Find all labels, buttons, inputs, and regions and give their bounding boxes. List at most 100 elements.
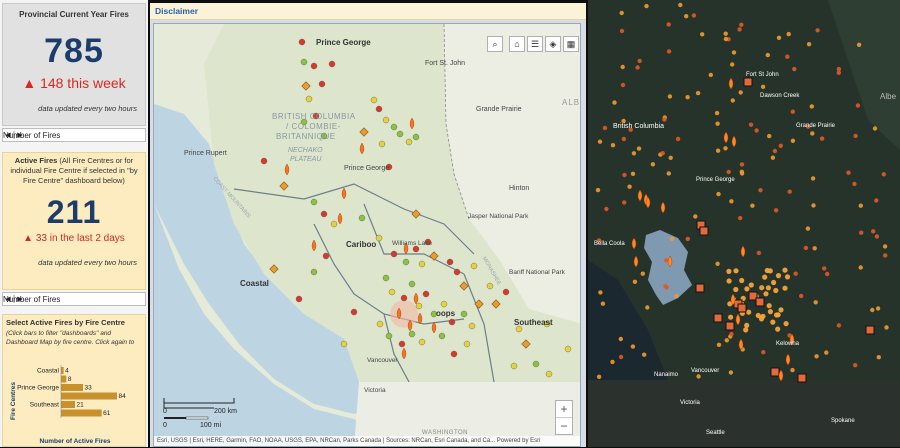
fire-dot[interactable] xyxy=(738,90,743,95)
fire-marker[interactable] xyxy=(295,295,303,303)
fire-dot[interactable] xyxy=(737,27,742,32)
fire-dot[interactable] xyxy=(811,203,816,208)
fire-dot[interactable] xyxy=(666,171,671,176)
fire-dot[interactable] xyxy=(662,117,667,122)
fire-dot[interactable] xyxy=(874,198,879,203)
fire-dot[interactable] xyxy=(855,103,861,108)
fire-dot[interactable] xyxy=(784,274,791,280)
satellite-fire-map[interactable]: Fort St John Dawson Creek Grande Prairie… xyxy=(588,0,900,447)
fire-dot[interactable] xyxy=(610,143,616,148)
fire-dot[interactable] xyxy=(763,291,769,297)
fire-dot[interactable] xyxy=(666,22,671,27)
fire-marker[interactable] xyxy=(405,138,413,146)
fire-dot[interactable] xyxy=(632,279,638,284)
fire-dot[interactable] xyxy=(884,325,889,330)
fire-marker[interactable] xyxy=(310,62,318,70)
fire-marker[interactable] xyxy=(298,38,306,46)
fire-dot[interactable] xyxy=(758,316,765,322)
fire-dot[interactable] xyxy=(716,191,721,197)
fire-dot[interactable] xyxy=(765,285,771,291)
fire-dot[interactable] xyxy=(765,52,770,58)
fire-dot[interactable] xyxy=(619,10,624,16)
zoom-in-button[interactable]: + xyxy=(556,401,572,417)
fire-dot[interactable] xyxy=(733,268,739,274)
fire-centre-bar-chart[interactable]: 4 Coastal 8 33 Prince George 84 21 Southeast 61 F… xyxy=(3,361,147,448)
layers-button[interactable]: ◈ xyxy=(545,36,561,52)
fire-dot[interactable] xyxy=(883,253,888,258)
fire-dot[interactable] xyxy=(792,66,797,72)
fire-dot[interactable] xyxy=(597,139,603,144)
fire-dot[interactable] xyxy=(716,342,722,347)
fire-marker[interactable] xyxy=(440,300,448,308)
fire-dot[interactable] xyxy=(620,64,625,70)
fire-marker[interactable] xyxy=(382,116,390,124)
fire-dot[interactable] xyxy=(729,331,734,337)
fire-marker[interactable] xyxy=(510,362,518,370)
zoom-out-button[interactable]: − xyxy=(556,417,572,434)
large-fire-marker[interactable] xyxy=(865,325,875,335)
fire-dot[interactable] xyxy=(759,285,765,291)
fire-dot[interactable] xyxy=(787,189,792,194)
fire-marker[interactable] xyxy=(310,268,318,276)
fire-marker[interactable] xyxy=(408,330,416,338)
fire-dot[interactable] xyxy=(644,3,649,9)
fire-dot[interactable] xyxy=(858,203,863,208)
legend-button[interactable]: ☰ xyxy=(527,36,543,52)
bar-4[interactable] xyxy=(61,401,75,408)
fire-dot[interactable] xyxy=(730,62,735,67)
fire-dot[interactable] xyxy=(729,199,734,204)
fire-marker[interactable] xyxy=(358,214,366,222)
bar-3[interactable] xyxy=(61,392,117,400)
fire-dot[interactable] xyxy=(715,261,720,266)
large-fire-marker[interactable] xyxy=(699,226,709,236)
fire-dot[interactable] xyxy=(664,258,669,263)
fire-dot[interactable] xyxy=(685,236,690,242)
large-fire-marker[interactable] xyxy=(713,313,723,323)
fire-dot[interactable] xyxy=(723,146,728,151)
fire-dot[interactable] xyxy=(743,327,749,333)
fire-marker[interactable] xyxy=(486,282,494,290)
fire-dot[interactable] xyxy=(803,245,809,251)
fire-dot[interactable] xyxy=(876,355,881,360)
fire-dot[interactable] xyxy=(871,229,876,234)
fire-dot[interactable] xyxy=(618,354,624,360)
bar-1[interactable] xyxy=(61,375,67,383)
fire-marker[interactable] xyxy=(408,280,416,288)
fire-marker[interactable] xyxy=(438,332,446,340)
fire-dot[interactable] xyxy=(630,171,636,176)
fire-dot[interactable] xyxy=(650,162,656,167)
large-fire-marker[interactable] xyxy=(770,367,780,377)
fire-dot[interactable] xyxy=(595,187,601,193)
fire-marker[interactable] xyxy=(390,123,398,131)
large-fire-marker[interactable] xyxy=(743,77,753,87)
fire-dot[interactable] xyxy=(618,336,623,342)
fire-marker[interactable] xyxy=(388,288,396,296)
fire-dot[interactable] xyxy=(870,307,875,313)
large-fire-marker[interactable] xyxy=(797,373,807,383)
fire-marker[interactable] xyxy=(415,302,423,310)
fire-dot[interactable] xyxy=(748,122,754,127)
fire-dot[interactable] xyxy=(754,128,759,133)
fire-marker[interactable] xyxy=(396,130,404,138)
fire-dot[interactable] xyxy=(782,285,788,291)
category-label[interactable]: Prince George xyxy=(17,385,59,392)
category-label[interactable]: Southeast xyxy=(30,402,59,409)
fire-dot[interactable] xyxy=(767,309,773,315)
fire-dot[interactable] xyxy=(812,246,817,251)
fire-dot[interactable] xyxy=(668,155,673,160)
fire-dot[interactable] xyxy=(693,214,698,219)
fire-marker[interactable] xyxy=(446,258,454,266)
fire-dot[interactable] xyxy=(790,109,795,114)
fire-marker[interactable] xyxy=(470,262,478,270)
fire-dot[interactable] xyxy=(793,271,798,276)
fire-dot[interactable] xyxy=(604,206,609,212)
fire-dot[interactable] xyxy=(819,136,825,141)
fire-dot[interactable] xyxy=(815,28,820,33)
dashboard-map[interactable]: Prince George Fort St. John Grande Prair… xyxy=(153,23,581,447)
fire-dot[interactable] xyxy=(635,65,640,70)
fire-marker[interactable] xyxy=(320,210,328,218)
fire-dot[interactable] xyxy=(825,271,830,277)
fire-dot[interactable] xyxy=(612,100,617,105)
fire-dot[interactable] xyxy=(645,305,650,310)
fire-dot[interactable] xyxy=(667,94,673,99)
